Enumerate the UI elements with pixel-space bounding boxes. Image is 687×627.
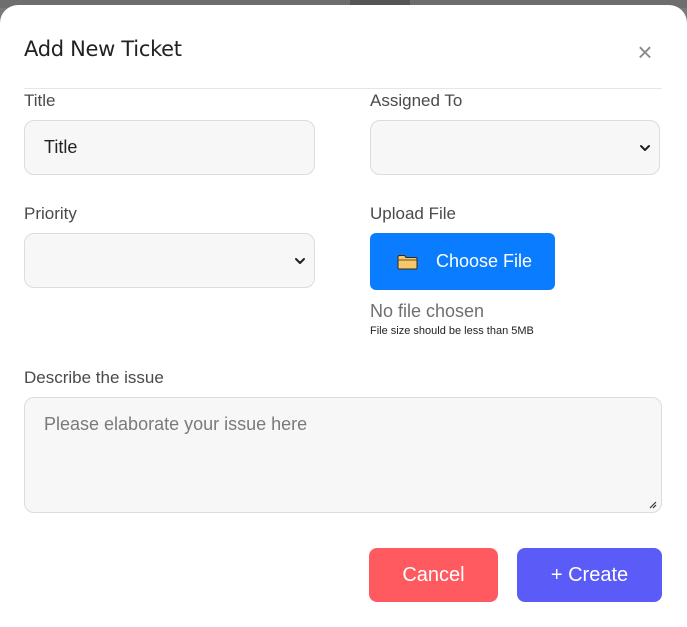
modal-title: Add New Ticket bbox=[24, 37, 182, 61]
description-label: Describe the issue bbox=[24, 368, 164, 387]
file-status: No file chosen bbox=[370, 301, 485, 321]
choose-file-button[interactable]: Choose File bbox=[370, 233, 555, 290]
file-size-hint: File size should be less than 5MB bbox=[370, 325, 534, 337]
priority-select[interactable] bbox=[24, 233, 315, 288]
chevron-down-icon bbox=[640, 144, 650, 151]
cancel-button[interactable]: Cancel bbox=[369, 548, 498, 602]
assigned-to-select[interactable] bbox=[370, 120, 660, 175]
resize-handle-icon[interactable] bbox=[648, 500, 657, 509]
create-button[interactable]: + Create bbox=[517, 548, 662, 602]
priority-label: Priority bbox=[24, 204, 77, 223]
upload-file-label: Upload File bbox=[370, 204, 456, 223]
folder-icon bbox=[397, 254, 418, 269]
add-ticket-modal: Add New Ticket × Title Assigned To Prior… bbox=[0, 5, 687, 627]
choose-file-label: Choose File bbox=[436, 251, 533, 271]
description-textarea[interactable] bbox=[25, 398, 661, 512]
close-icon[interactable]: × bbox=[632, 39, 658, 65]
title-input[interactable] bbox=[25, 121, 314, 174]
title-label: Title bbox=[24, 91, 56, 110]
chevron-down-icon bbox=[295, 257, 305, 264]
assigned-to-label: Assigned To bbox=[370, 91, 463, 110]
title-field-wrapper bbox=[24, 120, 315, 175]
description-field-wrapper bbox=[24, 397, 662, 513]
header-divider bbox=[24, 88, 662, 89]
